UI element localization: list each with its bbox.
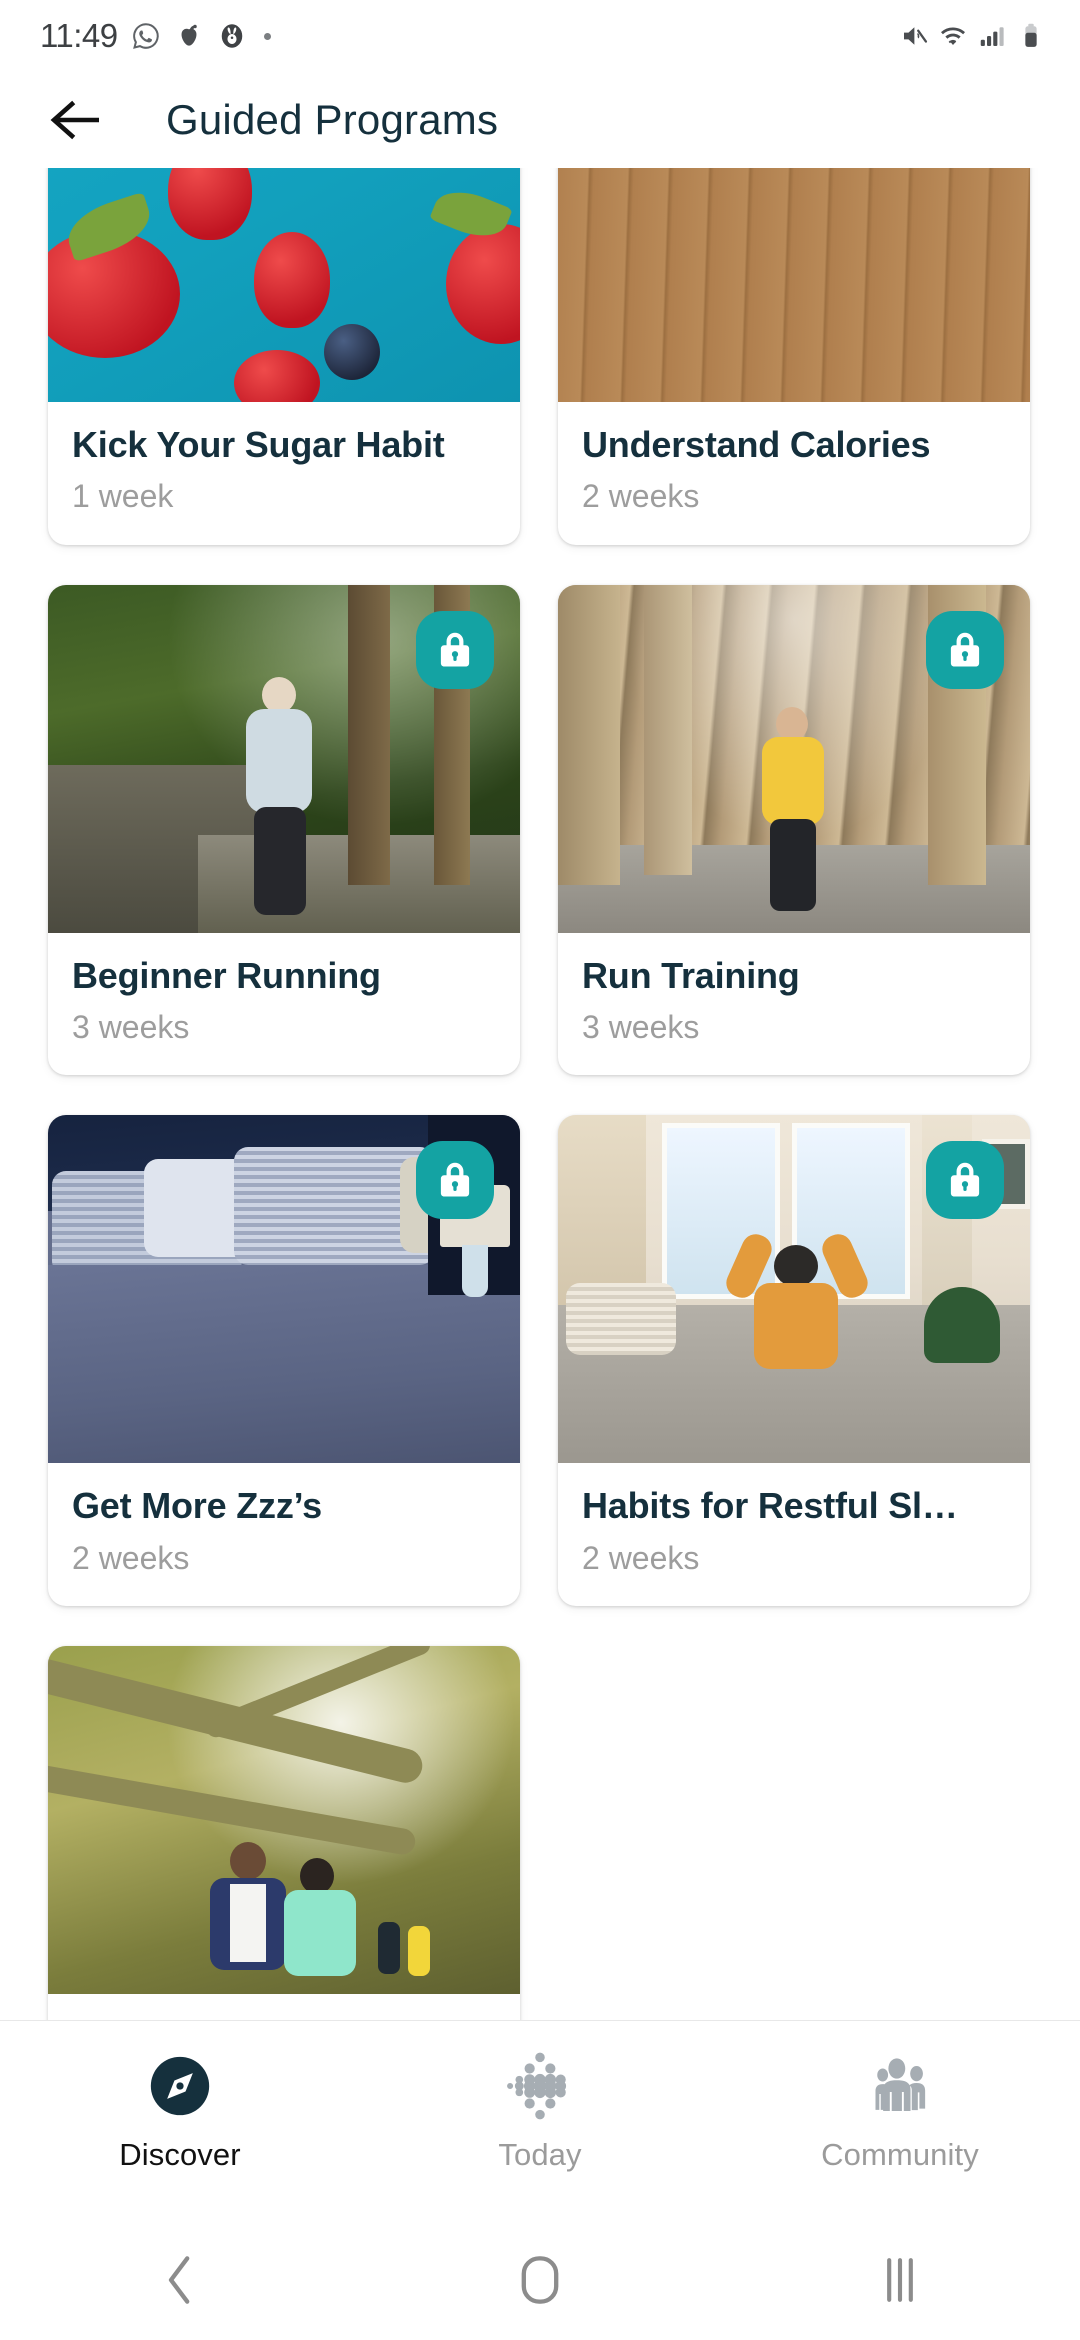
program-duration: 3 weeks <box>582 1008 700 1045</box>
fitbit-dots-icon <box>505 2051 575 2121</box>
back-arrow-icon <box>50 100 99 140</box>
program-title: Habits for Restful Sl… <box>582 1485 958 1527</box>
lock-icon <box>950 1162 980 1197</box>
program-title: Get More Zzz’s <box>72 1485 322 1527</box>
lock-icon <box>950 632 980 667</box>
lock-badge <box>416 610 494 689</box>
tab-community[interactable]: Community <box>720 2051 1080 2173</box>
program-image <box>48 1115 520 1464</box>
program-title: Beginner Running <box>72 954 381 996</box>
program-card[interactable] <box>48 1645 520 2020</box>
program-card-body: Get More Zzz’s 2 weeks <box>48 1463 520 1606</box>
program-card-body: Habits for Restful Sl… 2 weeks <box>558 1463 1030 1606</box>
program-card-body: Kick Your Sugar Habit 1 week <box>48 402 520 545</box>
lock-icon <box>440 632 470 667</box>
berries-photo-art <box>48 168 520 402</box>
tab-community-label: Community <box>821 2137 979 2172</box>
tab-discover[interactable]: Discover <box>0 2051 360 2173</box>
program-duration: 2 weeks <box>582 1539 700 1576</box>
program-image <box>48 1645 520 1994</box>
program-card-body: Beginner Running 3 weeks <box>48 933 520 1076</box>
program-card[interactable]: Get More Zzz’s 2 weeks <box>48 1115 520 1606</box>
wifi-icon <box>938 21 968 51</box>
nav-home-button[interactable] <box>360 2253 720 2307</box>
program-card[interactable]: Beginner Running 3 weeks <box>48 584 520 1076</box>
lock-badge <box>926 1141 1004 1220</box>
programs-grid: Kick Your Sugar Habit 1 week Understand … <box>0 168 1080 2020</box>
page-title: Guided Programs <box>166 96 499 143</box>
program-title: Run Training <box>582 954 800 996</box>
back-button[interactable] <box>44 88 108 152</box>
food-app-icon <box>174 21 204 51</box>
people-icon <box>865 2051 935 2121</box>
program-duration: 1 week <box>72 478 174 515</box>
program-card-body: Understand Calories 2 weeks <box>558 402 1030 545</box>
nav-back-icon <box>168 2256 190 2304</box>
program-image <box>558 168 1030 402</box>
lock-icon <box>440 1162 470 1197</box>
status-bar: 11:49 <box>0 0 1080 72</box>
nav-recents-button[interactable] <box>720 2253 1080 2307</box>
program-duration: 2 weeks <box>72 1539 190 1576</box>
compass-icon <box>145 2051 215 2121</box>
bottom-tab-bar: Discover Today Community <box>0 2020 1080 2220</box>
program-image <box>558 1115 1030 1464</box>
battery-icon <box>1016 21 1046 51</box>
program-card[interactable]: Kick Your Sugar Habit 1 week <box>48 168 520 545</box>
tab-today-label: Today <box>498 2137 582 2172</box>
program-card[interactable]: Habits for Restful Sl… 2 weeks <box>558 1115 1030 1606</box>
mute-icon <box>899 21 929 51</box>
lock-badge <box>416 1141 494 1220</box>
whatsapp-icon <box>131 21 161 51</box>
overflow-dot-icon <box>263 32 271 40</box>
status-clock: 11:49 <box>40 17 118 54</box>
program-card-body <box>48 1994 520 2020</box>
system-navigation-bar <box>0 2220 1080 2340</box>
status-bar-left: 11:49 <box>40 17 271 55</box>
program-image <box>48 168 520 402</box>
tab-today[interactable]: Today <box>360 2051 720 2173</box>
nav-back-button[interactable] <box>0 2253 360 2307</box>
status-bar-right <box>899 21 1046 51</box>
lock-badge <box>926 610 1004 689</box>
program-image <box>48 584 520 933</box>
app-bar: Guided Programs <box>0 72 1080 168</box>
program-card[interactable]: Run Training 3 weeks <box>558 584 1030 1076</box>
program-image <box>558 584 1030 933</box>
tab-discover-label: Discover <box>119 2137 241 2172</box>
program-card[interactable]: Understand Calories 2 weeks <box>558 168 1030 545</box>
rabbit-app-icon <box>217 21 247 51</box>
oak-tree-walk-photo-art <box>48 1645 520 1994</box>
cellular-signal-icon <box>977 21 1007 51</box>
program-title: Kick Your Sugar Habit <box>72 424 445 465</box>
programs-scroll-area[interactable]: Kick Your Sugar Habit 1 week Understand … <box>0 168 1080 2020</box>
program-duration: 3 weeks <box>72 1008 190 1045</box>
program-duration: 2 weeks <box>582 478 700 515</box>
nav-recents-icon <box>887 2258 913 2302</box>
program-card-body: Run Training 3 weeks <box>558 933 1030 1076</box>
nav-home-icon <box>521 2256 559 2304</box>
program-title: Understand Calories <box>582 424 931 465</box>
meal-prep-photo-art <box>558 168 1030 402</box>
